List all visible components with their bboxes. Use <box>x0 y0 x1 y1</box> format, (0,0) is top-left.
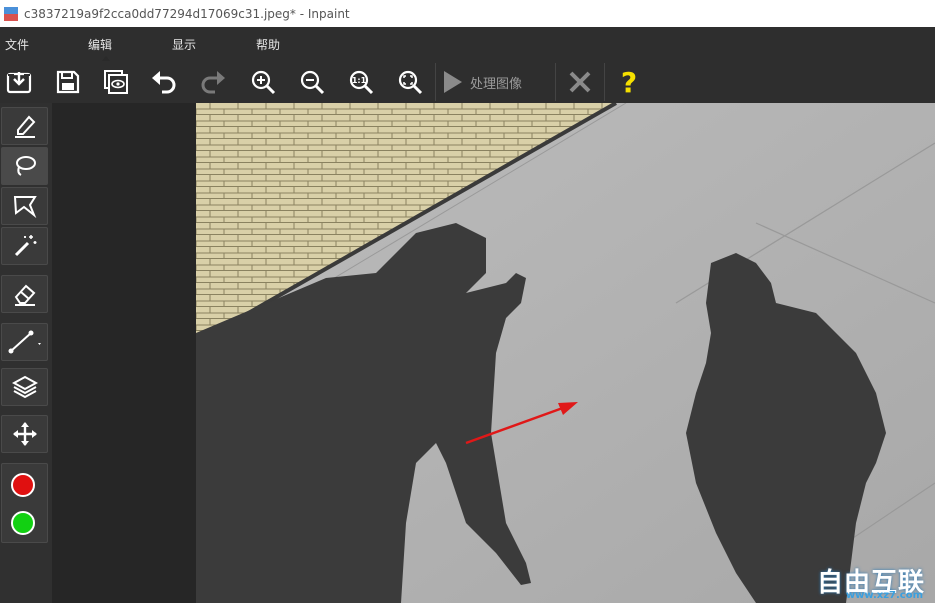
save-icon <box>56 70 80 94</box>
actual-size-button[interactable]: 1:1 <box>344 65 378 99</box>
undo-icon <box>152 71 176 94</box>
polygon-lasso-tool[interactable] <box>1 187 48 225</box>
magic-wand-tool[interactable] <box>1 227 48 265</box>
cancel-button[interactable] <box>563 65 597 99</box>
move-tool[interactable] <box>1 415 48 453</box>
menu-help[interactable]: 帮助 <box>256 36 280 53</box>
watermark: 自由互联 www.xz7.com <box>817 562 925 601</box>
layers-icon <box>11 375 38 399</box>
close-icon <box>569 71 591 93</box>
open-button[interactable] <box>2 65 36 99</box>
menu-edit[interactable]: 编辑 <box>88 36 112 53</box>
menu-bar: 文件 编辑 显示 帮助 <box>0 27 935 61</box>
magic-wand-icon <box>14 235 36 257</box>
help-icon: ? <box>620 65 638 99</box>
fit-icon <box>398 70 423 95</box>
marker-tool[interactable] <box>1 107 48 145</box>
eraser-icon <box>14 284 35 306</box>
toolbar: 1:1 处理图像 ? <box>0 61 935 103</box>
polygon-lasso-icon <box>13 196 37 219</box>
toolbar-separator <box>435 63 436 101</box>
watermark-url: www.xz7.com <box>845 590 923 601</box>
green-color-swatch[interactable] <box>11 511 35 535</box>
toolbar-separator <box>604 63 605 101</box>
layers-tool[interactable] <box>1 368 48 406</box>
window-title: c3837219a9f2cca0dd77294d17069c31.jpeg* -… <box>24 6 350 21</box>
one-to-one-label: 1:1 <box>352 76 367 85</box>
lasso-tool[interactable] <box>1 147 48 185</box>
line-icon <box>8 330 41 354</box>
play-icon <box>444 71 462 93</box>
zoom-in-icon <box>251 70 276 95</box>
undo-button[interactable] <box>147 65 181 99</box>
eraser-tool[interactable] <box>1 275 48 313</box>
redo-button[interactable] <box>196 65 230 99</box>
zoom-out-button[interactable] <box>295 65 329 99</box>
zoom-out-icon <box>300 70 325 95</box>
open-icon <box>6 72 32 94</box>
move-icon <box>12 422 37 446</box>
fit-button[interactable] <box>393 65 427 99</box>
menu-view[interactable]: 显示 <box>172 36 196 53</box>
zoom-in-button[interactable] <box>246 65 280 99</box>
help-button[interactable]: ? <box>612 65 646 99</box>
red-color-swatch[interactable] <box>11 473 35 497</box>
line-tool[interactable] <box>1 323 48 361</box>
marker-icon <box>14 115 35 138</box>
app-icon <box>4 6 18 21</box>
menu-file[interactable]: 文件 <box>5 36 29 53</box>
save-button[interactable] <box>51 65 85 99</box>
canvas-gutter <box>52 103 196 603</box>
title-bar: c3837219a9f2cca0dd77294d17069c31.jpeg* -… <box>0 0 935 27</box>
redo-icon <box>201 71 225 94</box>
actual-size-icon: 1:1 <box>349 70 374 95</box>
tool-panel <box>0 103 52 603</box>
image-canvas[interactable]: 自由互联 www.xz7.com <box>196 103 935 603</box>
process-image-label: 处理图像 <box>470 76 523 92</box>
photo-image <box>196 103 935 603</box>
preview-icon <box>104 70 128 94</box>
toolbar-separator <box>555 63 556 101</box>
process-image-button[interactable]: 处理图像 <box>440 65 552 99</box>
lasso-icon <box>15 156 36 176</box>
preview-button[interactable] <box>99 65 133 99</box>
